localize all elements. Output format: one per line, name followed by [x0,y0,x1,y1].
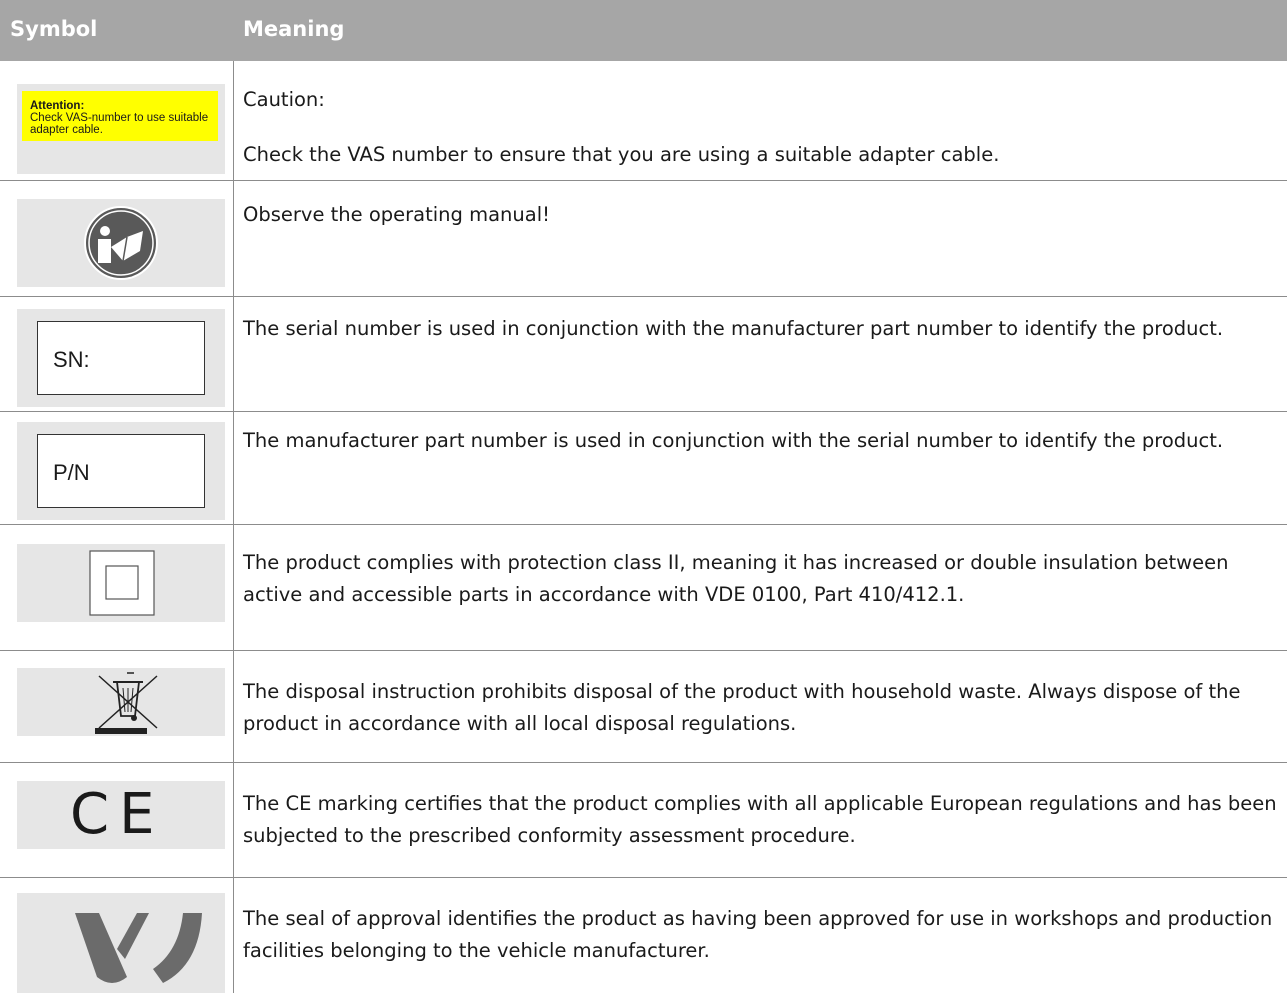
meaning-text: Check the VAS number to ensure that you … [243,143,1000,166]
column-divider [233,61,234,993]
symbol-ce: CE [17,781,225,849]
meaning-text: Caution: [243,88,325,111]
meaning-text: The CE marking certifies that the produc… [243,792,1277,847]
symbol-protection-class [17,544,225,622]
row-divider [0,650,1287,651]
symbol-part-number: P/N [17,422,225,520]
row-divider [0,180,1287,181]
pn-label-box: P/N [37,434,205,508]
symbol-attention-label: Attention: Check VAS-number to use suita… [17,84,225,174]
meaning-text: Observe the operating manual! [243,203,550,226]
crossed-out-bin-icon [95,672,158,734]
row-divider [0,762,1287,763]
symbol-disposal [17,668,225,736]
sn-label-box: SN: [37,321,205,395]
row-divider [0,524,1287,525]
table-header: Symbol Meaning [0,0,1287,61]
meaning-row-6: The disposal instruction prohibits dispo… [243,676,1278,740]
meaning-row-8: The seal of approval identifies the prod… [243,903,1278,967]
header-symbol: Symbol [10,17,98,41]
meaning-row-3: The serial number is used in conjunction… [243,313,1278,345]
ce-mark: CE [70,782,165,847]
symbol-serial-number: SN: [17,309,225,407]
protection-class-ii-icon [89,550,155,616]
meaning-row-1: Caution: Check the VAS number to ensure … [243,84,1278,171]
meaning-row-7: The CE marking certifies that the produc… [243,788,1278,852]
row-divider [0,411,1287,412]
header-meaning: Meaning [243,17,345,41]
symbol-seal-of-approval [17,893,225,993]
meaning-row-2: Observe the operating manual! [243,199,1278,231]
meaning-text: The serial number is used in conjunction… [243,317,1224,340]
meaning-text: The seal of approval identifies the prod… [243,907,1273,962]
meaning-row-4: The manufacturer part number is used in … [243,425,1278,457]
meaning-text: The product complies with protection cla… [243,551,1229,606]
meaning-text: The disposal instruction prohibits dispo… [243,680,1241,735]
meaning-row-5: The product complies with protection cla… [243,547,1278,611]
row-divider [0,296,1287,297]
attention-title: Attention: [30,100,85,112]
symbol-operating-manual [17,199,225,287]
attention-badge: Attention: Check VAS-number to use suita… [22,91,218,141]
meaning-text: The manufacturer part number is used in … [243,429,1224,452]
seal-of-approval-icon [75,913,202,983]
attention-text: Check VAS-number to use suitable adapter… [30,112,209,136]
row-divider [0,877,1287,878]
operating-manual-icon [84,206,158,280]
